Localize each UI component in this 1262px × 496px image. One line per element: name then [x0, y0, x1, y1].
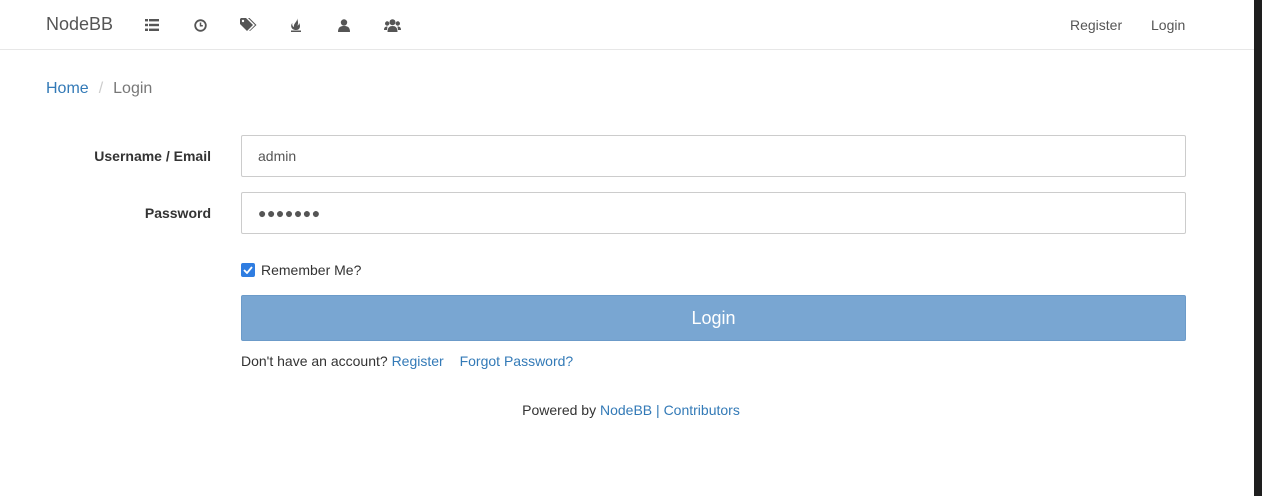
register-link[interactable]: Register [392, 353, 444, 369]
breadcrumb-separator: / [98, 80, 104, 97]
no-account-text: Don't have an account? [241, 353, 388, 369]
password-input[interactable]: ●●●●●●● [241, 192, 1186, 234]
login-button[interactable]: Login [241, 295, 1186, 341]
users-nav-button[interactable] [335, 16, 353, 34]
nav-register-link[interactable]: Register [1070, 17, 1122, 33]
breadcrumb: Home / Login [46, 80, 152, 98]
username-value: admin [258, 148, 297, 164]
password-label: Password [144, 205, 211, 221]
username-label: Username / Email [94, 148, 211, 164]
navbar: NodeBB Register Login [0, 0, 1254, 50]
account-links: Don't have an account? Register Forgot P… [241, 353, 573, 369]
nav-login-link[interactable]: Login [1151, 17, 1185, 33]
nodebb-link[interactable]: NodeBB [600, 402, 652, 418]
password-value: ●●●●●●● [258, 205, 321, 221]
username-input[interactable]: admin [241, 135, 1186, 177]
brand-link[interactable]: NodeBB [46, 14, 113, 35]
powered-by-text: Powered by [522, 402, 597, 418]
clock-icon [193, 18, 207, 32]
breadcrumb-current: Login [113, 80, 153, 97]
remember-me: Remember Me? [241, 262, 361, 278]
list-icon [145, 19, 159, 31]
remember-me-label[interactable]: Remember Me? [261, 262, 361, 278]
tags-nav-button[interactable] [239, 16, 257, 34]
breadcrumb-home-link[interactable]: Home [46, 80, 89, 98]
forgot-password-link[interactable]: Forgot Password? [460, 353, 574, 369]
categories-nav-button[interactable] [143, 16, 161, 34]
footer-separator: | [656, 402, 660, 418]
tags-icon [239, 18, 257, 32]
recent-nav-button[interactable] [191, 16, 209, 34]
contributors-link[interactable]: Contributors [664, 402, 740, 418]
check-icon [243, 266, 253, 274]
user-icon [338, 18, 350, 32]
footer: Powered by NodeBB | Contributors [0, 402, 1262, 418]
window-edge-strip [1254, 0, 1262, 496]
groups-nav-button[interactable] [383, 16, 401, 34]
remember-me-checkbox[interactable] [241, 263, 255, 277]
fire-icon [290, 18, 302, 32]
popular-nav-button[interactable] [287, 16, 305, 34]
users-icon [383, 18, 401, 32]
